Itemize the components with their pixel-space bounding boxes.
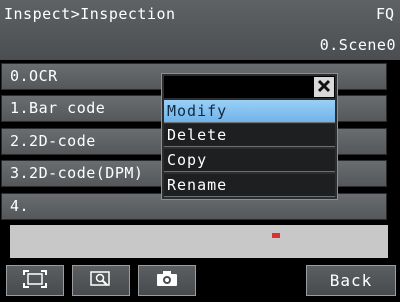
header-bar: Inspect>Inspection FQ 0.Scene0 xyxy=(0,0,400,60)
close-icon xyxy=(317,78,331,97)
preview-marker xyxy=(272,233,280,238)
zoom-icon xyxy=(89,270,113,292)
menu-item-delete[interactable]: Delete xyxy=(164,124,335,147)
menu-item-modify[interactable]: Modify xyxy=(164,100,335,123)
breadcrumb: Inspect>Inspection xyxy=(4,5,176,23)
zoom-button[interactable] xyxy=(72,265,130,296)
frame-button[interactable] xyxy=(6,265,64,296)
image-preview-strip xyxy=(10,225,388,258)
menu-item-rename[interactable]: Rename xyxy=(164,174,335,197)
screen: Inspect>Inspection FQ 0.Scene0 0.OCR 1.B… xyxy=(0,0,400,302)
camera-button[interactable] xyxy=(138,265,196,296)
camera-icon xyxy=(155,270,179,292)
scene-label: 0.Scene0 xyxy=(319,36,396,54)
context-menu: Modify Delete Copy Rename xyxy=(161,73,338,200)
menu-item-copy[interactable]: Copy xyxy=(164,149,335,172)
device-label: FQ xyxy=(375,5,394,23)
frame-icon xyxy=(23,269,47,292)
close-button[interactable] xyxy=(314,77,334,97)
back-button[interactable]: Back xyxy=(306,265,396,296)
menu-titlebar xyxy=(164,76,335,98)
